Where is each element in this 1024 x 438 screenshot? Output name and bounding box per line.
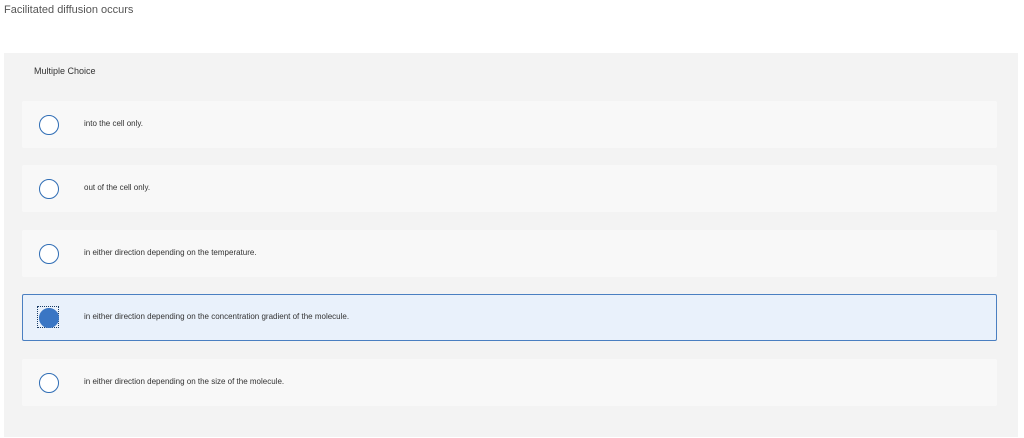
choice-option-label: in either direction depending on the con… xyxy=(84,312,350,321)
choice-option-1[interactable]: into the cell only. xyxy=(22,101,997,148)
radio-unchecked-icon[interactable] xyxy=(39,373,59,393)
question-type-label: Multiple Choice xyxy=(34,66,96,76)
choice-option-label: out of the cell only. xyxy=(84,183,151,192)
choice-option-2[interactable]: out of the cell only. xyxy=(22,165,997,212)
choice-option-3[interactable]: in either direction depending on the tem… xyxy=(22,230,997,277)
radio-checked-icon[interactable] xyxy=(39,308,59,328)
radio-unchecked-icon[interactable] xyxy=(39,115,59,135)
choice-option-label: in either direction depending on the tem… xyxy=(84,248,257,257)
choice-option-4[interactable]: in either direction depending on the con… xyxy=(22,294,997,341)
choice-option-5[interactable]: in either direction depending on the siz… xyxy=(22,359,997,406)
radio-unchecked-icon[interactable] xyxy=(39,244,59,264)
choice-option-label: in either direction depending on the siz… xyxy=(84,377,285,386)
choice-option-label: into the cell only. xyxy=(84,119,143,128)
radio-unchecked-icon[interactable] xyxy=(39,179,59,199)
question-text: Facilitated diffusion occurs xyxy=(4,4,134,16)
multiple-choice-panel: Multiple Choice into the cell only. out … xyxy=(4,53,1018,437)
